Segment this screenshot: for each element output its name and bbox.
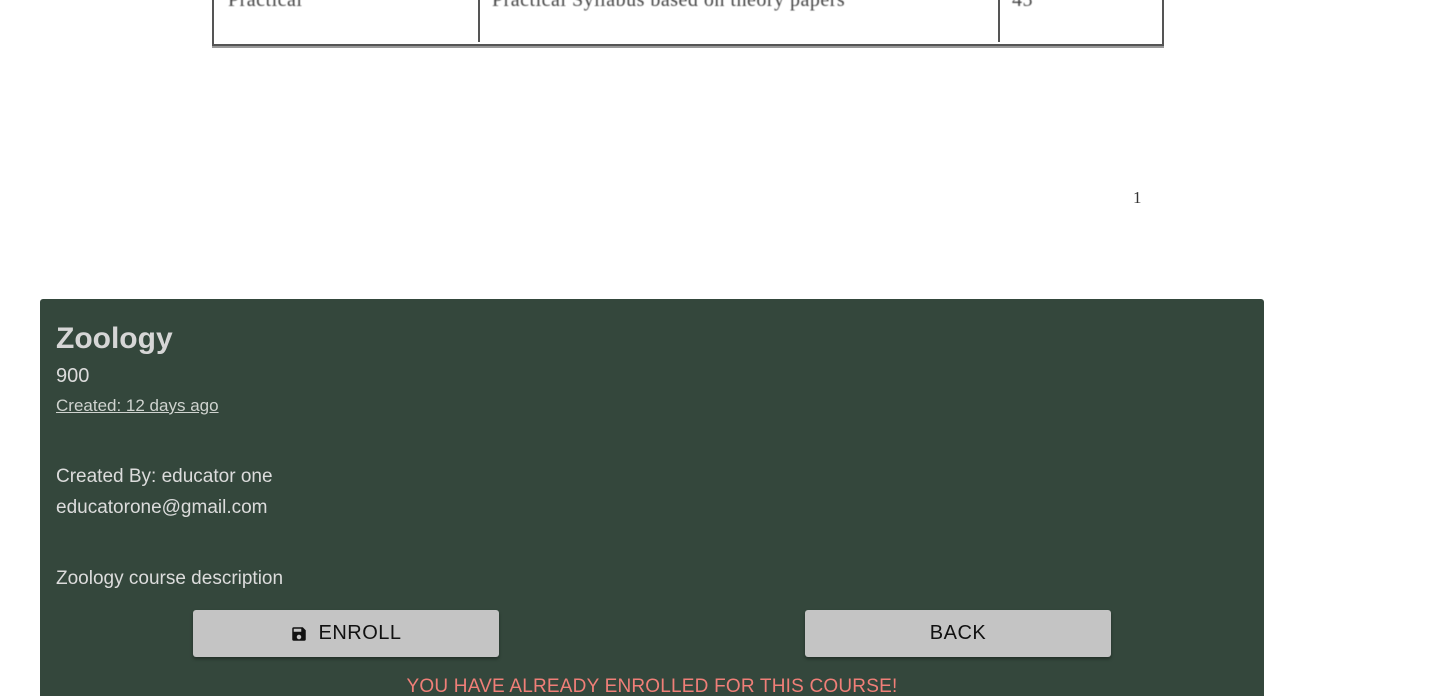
table-divider: [478, 0, 480, 42]
save-icon: [290, 625, 308, 643]
enroll-button[interactable]: ENROLL: [193, 610, 499, 657]
already-enrolled-message: YOU HAVE ALREADY ENROLLED FOR THIS COURS…: [406, 676, 898, 696]
course-created-date: Created: 12 days ago: [56, 396, 219, 415]
course-price: 900: [56, 365, 90, 387]
enroll-button-label: ENROLL: [318, 622, 402, 644]
table-cell-marks: 45: [1012, 0, 1033, 11]
back-button-label: BACK: [929, 622, 987, 644]
course-title: Zoology: [56, 322, 173, 355]
table-divider: [998, 0, 1000, 42]
course-author: Created By: educator one: [56, 466, 273, 487]
page: Practical Practical Syllabus based on th…: [0, 0, 1430, 696]
course-author-email: educatorone@gmail.com: [56, 497, 268, 518]
back-button[interactable]: BACK: [805, 610, 1111, 657]
syllabus-table: Practical Practical Syllabus based on th…: [212, 0, 1164, 46]
course-description: Zoology course description: [56, 568, 284, 589]
document-page-number: 1: [1133, 188, 1142, 207]
table-cell-description: Practical Syllabus based on theory paper…: [492, 0, 846, 11]
table-cell-type: Practical: [228, 0, 303, 11]
course-card: Zoology 900 Created: 12 days ago Created…: [40, 299, 1264, 696]
